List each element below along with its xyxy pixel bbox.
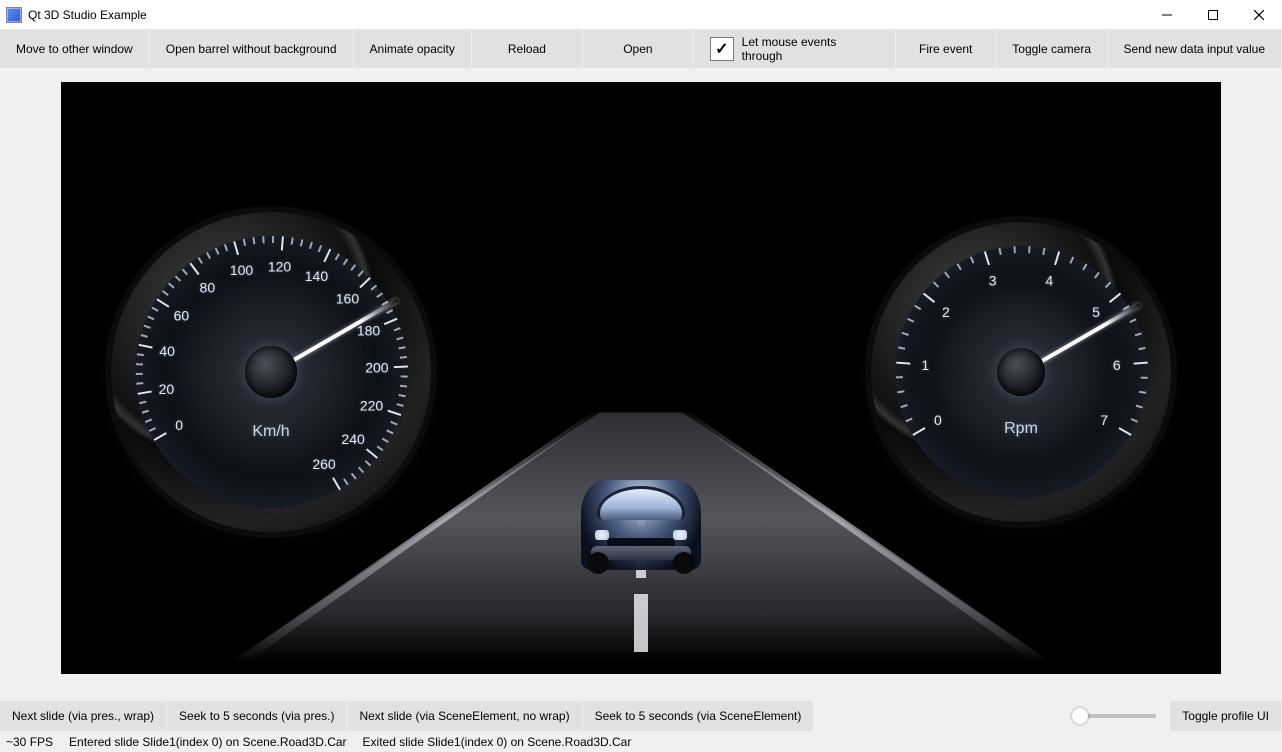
seek-pres-button[interactable]: Seek to 5 seconds (via pres.) (167, 701, 346, 731)
reload-button[interactable]: Reload (472, 30, 582, 68)
window-title: Qt 3D Studio Example (28, 8, 147, 22)
maximize-button[interactable] (1190, 0, 1236, 30)
tachometer-unit: Rpm (1004, 420, 1038, 438)
send-data-input-button[interactable]: Send new data input value (1108, 30, 1281, 68)
profile-slider-thumb[interactable] (1072, 708, 1088, 724)
fire-event-button[interactable]: Fire event (896, 30, 996, 68)
mouse-events-checkbox-container[interactable]: ✓ Let mouse events through (694, 30, 895, 68)
tachometer-gauge: 01234567 Rpm (871, 222, 1171, 522)
status-entered: Entered slide Slide1(index 0) on Scene.R… (69, 735, 347, 749)
3d-viewport[interactable]: 020406080100120140160180200220240260 Km/… (61, 82, 1221, 674)
fps-label: ~30 FPS (6, 735, 53, 749)
open-barrel-button[interactable]: Open barrel without background (150, 30, 353, 68)
mouse-events-label: Let mouse events through (742, 35, 879, 63)
next-slide-scene-button[interactable]: Next slide (via SceneElement, no wrap) (347, 701, 581, 731)
speedometer-unit: Km/h (252, 423, 289, 441)
bottom-toolbar: Next slide (via pres., wrap) Seek to 5 s… (0, 700, 1282, 732)
profile-slider[interactable] (1074, 714, 1156, 718)
toggle-camera-button[interactable]: Toggle camera (997, 30, 1107, 68)
status-exited: Exited slide Slide1(index 0) on Scene.Ro… (363, 735, 632, 749)
minimize-button[interactable] (1144, 0, 1190, 30)
toggle-profile-ui-button[interactable]: Toggle profile UI (1170, 701, 1281, 731)
speedometer-gauge: 020406080100120140160180200220240260 Km/… (111, 212, 431, 532)
top-toolbar: Move to other window Open barrel without… (0, 30, 1282, 68)
open-button[interactable]: Open (583, 30, 693, 68)
animate-opacity-button[interactable]: Animate opacity (354, 30, 471, 68)
seek-scene-button[interactable]: Seek to 5 seconds (via SceneElement) (583, 701, 814, 731)
next-slide-pres-button[interactable]: Next slide (via pres., wrap) (0, 701, 166, 731)
close-button[interactable] (1236, 0, 1282, 30)
status-bar: ~30 FPS Entered slide Slide1(index 0) on… (0, 732, 1282, 752)
car (581, 480, 701, 570)
app-icon (6, 7, 22, 23)
mouse-events-checkbox[interactable]: ✓ (710, 37, 734, 61)
move-to-other-window-button[interactable]: Move to other window (0, 30, 149, 68)
titlebar: Qt 3D Studio Example (0, 0, 1282, 30)
